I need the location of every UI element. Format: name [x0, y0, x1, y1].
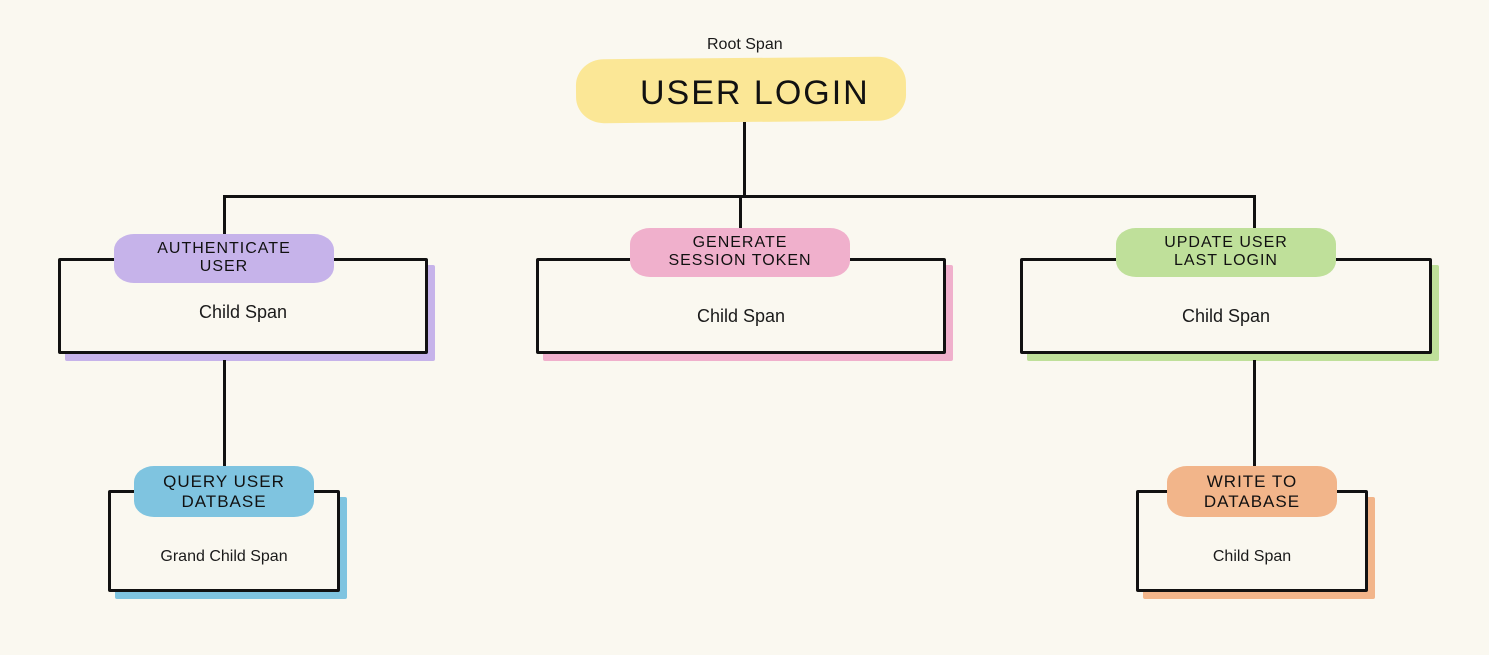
- connector: [743, 122, 746, 195]
- span-tag-update-user-last-login: UPDATE USER LAST LOGIN: [1116, 228, 1336, 277]
- span-body: Child Span: [1020, 306, 1432, 327]
- span-tag-write-to-database: WRITE TO DATABASE: [1167, 466, 1337, 517]
- span-body: Child Span: [58, 302, 428, 323]
- span-body: Child Span: [536, 306, 946, 327]
- connector: [223, 195, 1253, 198]
- root-title: USER LOGIN: [640, 74, 870, 113]
- span-body: Grand Child Span: [108, 548, 340, 566]
- root-span-caption: Root Span: [707, 36, 783, 54]
- span-tag-authenticate-user: AUTHENTICATE USER: [114, 234, 334, 283]
- span-tag-generate-session-token: GENERATE SESSION TOKEN: [630, 228, 850, 277]
- span-tag-query-user-database: QUERY USER DATBASE: [134, 466, 314, 517]
- span-body: Child Span: [1136, 548, 1368, 566]
